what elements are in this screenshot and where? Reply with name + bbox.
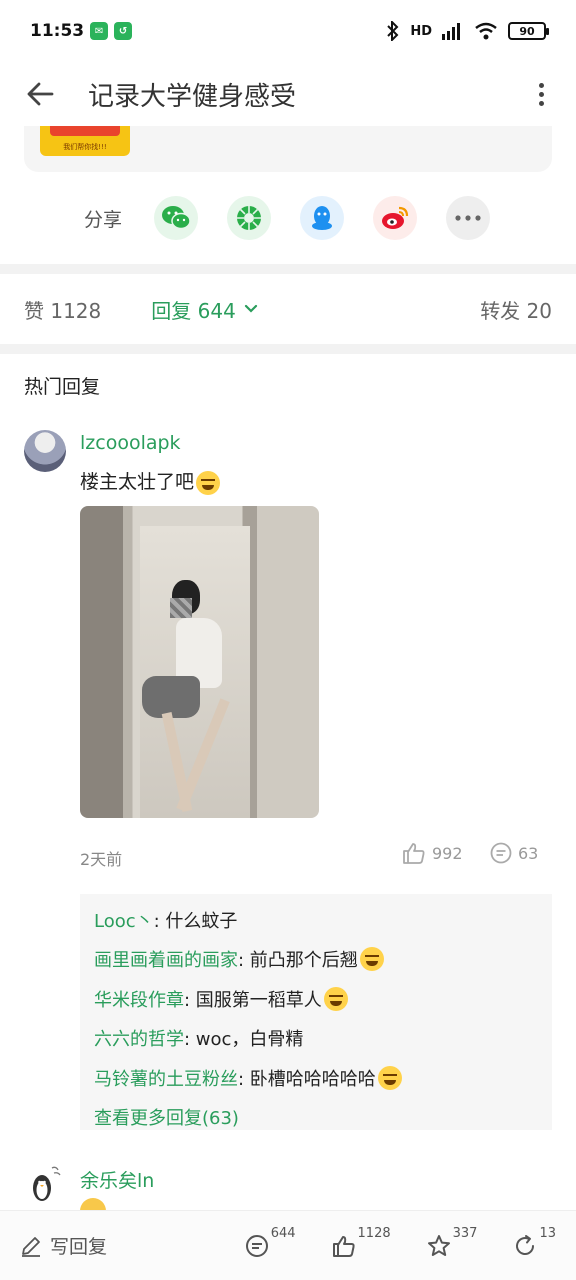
- bottom-actions: 644 1128 337 13: [209, 1226, 556, 1258]
- peek-emoji-icon: [323, 986, 348, 1011]
- tab-replies-label: 回复 644: [151, 298, 236, 323]
- view-more-replies-link[interactable]: 查看更多回复(63): [94, 1098, 538, 1138]
- status-bar: 11:53 ✉ ↺ HD 90: [0, 0, 576, 62]
- share-moments-button[interactable]: [227, 196, 271, 240]
- page-title: 记录大学健身感受: [88, 81, 297, 112]
- comment-text-content: 楼主太壮了吧: [80, 471, 195, 493]
- sub-reply[interactable]: 画里画着画的画家: 前凸那个后翘: [94, 940, 538, 980]
- forward-count: 13: [539, 1225, 556, 1241]
- qq-icon: [312, 206, 332, 230]
- sub-reply[interactable]: 马铃薯的土豆粉丝: 卧槽哈哈哈哈哈: [94, 1058, 538, 1098]
- photo-mosaic: [170, 598, 192, 618]
- silly-emoji-icon: [359, 947, 384, 972]
- grin-emoji-icon: [196, 470, 221, 495]
- penguin-avatar-icon: [33, 1166, 61, 1201]
- wifi-icon: [475, 22, 497, 40]
- sub-reply-username[interactable]: 六六的哲学: [94, 1025, 184, 1051]
- bottom-action-bar: 写回复 644 1128 337 13: [0, 1210, 576, 1280]
- avatar[interactable]: [24, 1162, 66, 1204]
- like-action-button[interactable]: 1128: [332, 1226, 391, 1258]
- avatar[interactable]: [24, 430, 66, 472]
- more-icon: [455, 215, 481, 221]
- comment-image[interactable]: [80, 506, 319, 818]
- battery-icon: 90: [508, 22, 549, 40]
- sub-reply-text: : 前凸那个后翘: [238, 950, 358, 972]
- sub-reply-username[interactable]: 华米段作章: [94, 986, 184, 1012]
- sub-reply-username[interactable]: 画里画着画的画家: [94, 946, 238, 972]
- moments-icon: [237, 206, 261, 230]
- laugh-cry-emoji-icon: [377, 1065, 402, 1090]
- share-row: 分享: [0, 194, 576, 242]
- weibo-icon: [382, 206, 409, 229]
- card-thumbnail[interactable]: 我们帮你找!!!: [40, 126, 130, 156]
- section-divider: [0, 264, 576, 274]
- status-time: 11:53: [30, 21, 85, 41]
- share-qq-button[interactable]: [300, 196, 344, 240]
- comment-username[interactable]: 余乐矣ln: [80, 1166, 154, 1193]
- signal-icon: [442, 23, 460, 40]
- comment-time: 2天前: [80, 850, 123, 869]
- wechat-notification-icon: ✉: [90, 22, 109, 40]
- more-options-icon[interactable]: [526, 74, 556, 114]
- tab-forwards[interactable]: 转发 20: [480, 295, 552, 324]
- comment-text: 楼主太壮了吧: [80, 467, 221, 495]
- status-right: HD 90: [386, 21, 549, 41]
- sub-reply[interactable]: Looc丶: 什么蚊子: [94, 900, 538, 940]
- sub-reply-text: : woc，白骨精: [184, 1029, 304, 1051]
- comment-bubble-icon: [245, 1234, 268, 1257]
- sub-reply-text: : 卧槽哈哈哈哈哈: [238, 1068, 376, 1090]
- chevron-down-icon: [244, 304, 257, 313]
- post-card-bottom[interactable]: 我们帮你找!!!: [24, 126, 552, 172]
- status-left: 11:53 ✉ ↺: [30, 21, 133, 41]
- network-label: HD: [410, 23, 432, 39]
- thumbs-up-icon: [332, 1235, 355, 1257]
- sub-reply[interactable]: 华米段作章: 国服第一稻草人: [94, 979, 538, 1019]
- sub-reply-text: : 国服第一稻草人: [184, 989, 322, 1011]
- wechat-icon: [162, 206, 191, 230]
- section-divider: [0, 344, 576, 354]
- tab-likes[interactable]: 赞 1128: [24, 295, 101, 324]
- comment-like-button[interactable]: 992: [402, 842, 463, 864]
- post-tabs: 赞 1128 回复 644 转发 20: [0, 274, 576, 352]
- reply-action-button[interactable]: 644: [245, 1226, 296, 1258]
- tab-replies[interactable]: 回复 644: [151, 295, 258, 352]
- comment-reply-count: 63: [518, 843, 539, 863]
- hot-replies-title: 热门回复: [24, 376, 101, 398]
- comment-bubble-icon: [490, 842, 512, 864]
- app-notification-icon: ↺: [114, 22, 133, 40]
- sub-reply-text: : 什么蚊子: [153, 910, 238, 932]
- battery-level: 90: [519, 24, 535, 38]
- write-reply-button[interactable]: 写回复: [20, 1232, 107, 1259]
- sub-reply-username[interactable]: 马铃薯的土豆粉丝: [94, 1065, 238, 1091]
- back-arrow-icon[interactable]: [20, 74, 60, 114]
- bluetooth-icon: [387, 21, 399, 41]
- share-more-button[interactable]: [446, 196, 490, 240]
- card-thumbnail-text: 我们帮你找!!!: [63, 143, 107, 151]
- star-count: 337: [452, 1225, 478, 1241]
- write-reply-label: 写回复: [50, 1236, 108, 1258]
- comment-like-count: 992: [432, 843, 463, 863]
- like-count: 1128: [357, 1225, 391, 1241]
- share-wechat-button[interactable]: [154, 196, 198, 240]
- forward-icon: [516, 1234, 535, 1255]
- title-bar: 记录大学健身感受: [0, 62, 576, 126]
- forward-action-button[interactable]: 13: [513, 1226, 556, 1258]
- thumbs-up-icon: [403, 843, 425, 864]
- sub-replies: Looc丶: 什么蚊子 画里画着画的画家: 前凸那个后翘 华米段作章: 国服第一…: [80, 894, 552, 1130]
- sub-reply[interactable]: 六六的哲学: woc，白骨精: [94, 1019, 538, 1059]
- reply-count: 644: [270, 1225, 296, 1241]
- sub-reply-username[interactable]: Looc丶: [94, 907, 154, 933]
- pencil-icon: [22, 1236, 40, 1257]
- star-icon: [427, 1234, 450, 1256]
- comment-reply-button[interactable]: 63: [490, 842, 538, 864]
- star-action-button[interactable]: 337: [427, 1226, 477, 1258]
- share-label: 分享: [84, 208, 123, 231]
- share-weibo-button[interactable]: [373, 196, 417, 240]
- comment-username[interactable]: lzcooolapk: [80, 432, 181, 454]
